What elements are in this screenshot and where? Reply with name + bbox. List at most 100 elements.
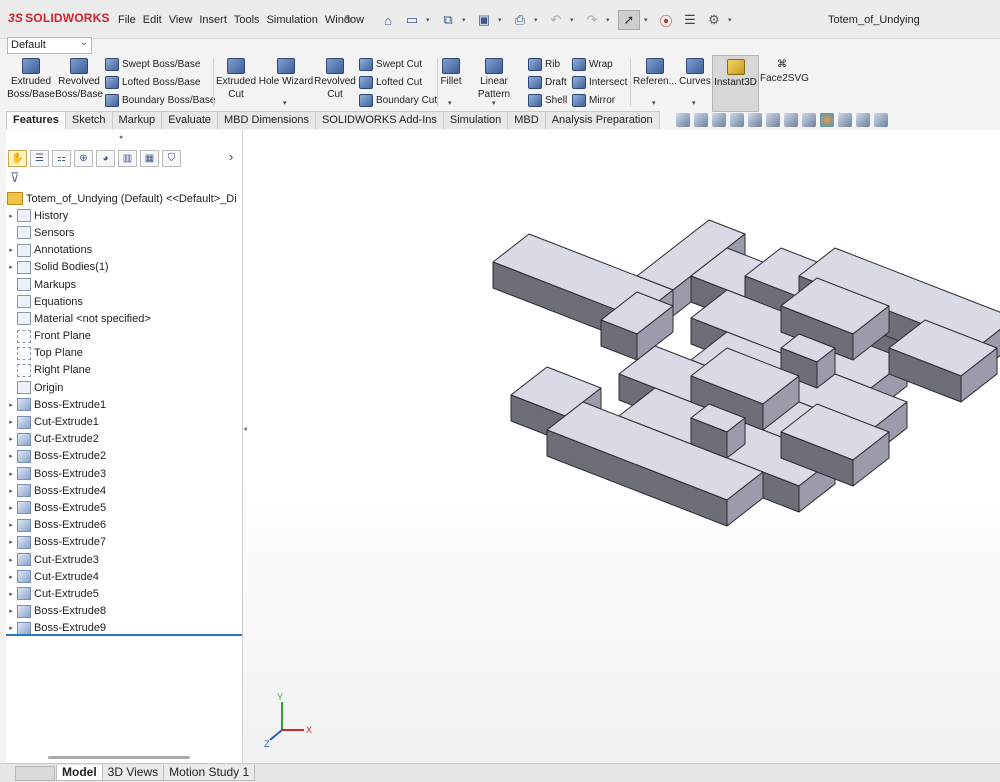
tree-item-sensors[interactable]: Sensors — [6, 224, 242, 241]
tree-item-material-not-specified[interactable]: Material <not specified> — [6, 310, 242, 327]
shell-button[interactable]: Shell — [528, 94, 567, 107]
filter-icon[interactable]: ⊽ — [10, 170, 20, 186]
tab-analysis-preparation[interactable]: Analysis Preparation — [544, 111, 660, 129]
revolved-cut-button[interactable]: Revolved Cut — [313, 58, 357, 101]
panel-splitter-icon[interactable]: ◂ — [243, 424, 247, 433]
chevron-right-icon[interactable]: › — [229, 149, 233, 164]
expand-arrow-icon[interactable]: ▸ — [6, 573, 16, 581]
menu-view[interactable]: View — [169, 14, 193, 26]
lofted-cut-button[interactable]: Lofted Cut — [359, 76, 422, 89]
options-icon[interactable]: ⚙ — [704, 11, 724, 29]
tree-item-boss-extrude1[interactable]: ▸ Boss-Extrude1 — [6, 396, 242, 413]
home-icon[interactable]: ⌂ — [378, 11, 398, 29]
instant3d-button[interactable]: Instant3D — [712, 55, 759, 112]
boundary-cut-button[interactable]: Boundary Cut — [359, 94, 437, 107]
open-dropdown-icon[interactable]: ▾ — [462, 16, 470, 24]
graphics-area[interactable] — [243, 130, 1000, 763]
tab-model[interactable]: Model — [56, 765, 103, 781]
select-icon[interactable]: ➚ — [618, 10, 640, 30]
new-dropdown-icon[interactable]: ▾ — [426, 16, 434, 24]
property-manager-tab-icon[interactable]: ☰ — [30, 150, 49, 167]
tree-item-cut-extrude5[interactable]: ▸ Cut-Extrude5 — [6, 585, 242, 602]
extruded-cut-button[interactable]: Extruded Cut — [214, 58, 258, 101]
print-icon[interactable]: ⎙ — [510, 11, 530, 29]
tree-item-cut-extrude1[interactable]: ▸ Cut-Extrude1 — [6, 413, 242, 430]
tab-sketch[interactable]: Sketch — [64, 111, 113, 129]
intersect-button[interactable]: Intersect — [572, 76, 627, 89]
face2svg-button[interactable]: ⌘ Face2SVG — [760, 58, 809, 85]
expand-arrow-icon[interactable]: ▸ — [6, 504, 16, 512]
mirror-button[interactable]: Mirror — [572, 94, 615, 107]
save-icon[interactable]: ▣ — [474, 11, 494, 29]
select-dropdown-icon[interactable]: ▾ — [644, 16, 652, 24]
menu-simulation[interactable]: Simulation — [267, 14, 318, 26]
tree-item-boss-extrude4[interactable]: ▸ Boss-Extrude4 — [6, 482, 242, 499]
tree-item-cut-extrude4[interactable]: ▸ Cut-Extrude4 — [6, 568, 242, 585]
solidworks-logo[interactable]: 3S SOLIDWORKS — [8, 11, 110, 25]
panel-grip-icon[interactable]: ● — [119, 134, 123, 141]
redo-icon[interactable]: ↷ — [582, 11, 602, 29]
dynamic-annotation-icon[interactable] — [748, 113, 762, 127]
expand-arrow-icon[interactable]: ▸ — [6, 607, 16, 615]
linear-pattern-dropdown-icon[interactable]: ▾ — [492, 99, 496, 107]
menu-tools[interactable]: Tools — [234, 14, 260, 26]
tab-features[interactable]: Features — [6, 111, 66, 129]
linear-pattern-button[interactable]: Linear Pattern — [464, 58, 524, 101]
menu-edit[interactable]: Edit — [143, 14, 162, 26]
open-icon[interactable]: ⧉ — [438, 11, 458, 29]
print-dropdown-icon[interactable]: ▾ — [534, 16, 542, 24]
menu-file[interactable]: File — [118, 14, 136, 26]
tree-item-boss-extrude2[interactable]: ▸ Boss-Extrude2 — [6, 448, 242, 465]
tree-item-boss-extrude5[interactable]: ▸ Boss-Extrude5 — [6, 499, 242, 516]
horizontal-scrollbar[interactable] — [48, 756, 190, 759]
expand-arrow-icon[interactable]: ▸ — [6, 521, 16, 529]
tree-item-right-plane[interactable]: Right Plane — [6, 362, 242, 379]
expand-arrow-icon[interactable]: ▸ — [6, 418, 16, 426]
expand-arrow-icon[interactable]: ▸ — [6, 263, 16, 271]
tree-item-equations[interactable]: Equations — [6, 293, 242, 310]
wrap-button[interactable]: Wrap — [572, 58, 613, 71]
expand-arrow-icon[interactable]: ▸ — [6, 538, 16, 546]
file-properties-icon[interactable]: ☰ — [680, 11, 700, 29]
expand-arrow-icon[interactable]: ▸ — [6, 470, 16, 478]
tree-item-solid-bodies-1[interactable]: ▸ Solid Bodies(1) — [6, 259, 242, 276]
swept-cut-button[interactable]: Swept Cut — [359, 58, 422, 71]
curves-dropdown-icon[interactable]: ▾ — [692, 99, 696, 107]
swept-boss-button[interactable]: Swept Boss/Base — [105, 58, 200, 71]
tree-item-cut-extrude2[interactable]: ▸ Cut-Extrude2 — [6, 431, 242, 448]
tab-solidworks-add-ins[interactable]: SOLIDWORKS Add-Ins — [314, 111, 444, 129]
zoom-to-fit-icon[interactable] — [676, 113, 690, 127]
new-document-icon[interactable]: ▭ — [402, 11, 422, 29]
expand-arrow-icon[interactable]: ▸ — [6, 435, 16, 443]
pin-icon[interactable]: ✎ — [344, 13, 353, 26]
tab-simulation[interactable]: Simulation — [442, 111, 509, 129]
model-3d-view[interactable] — [243, 130, 1000, 763]
expand-arrow-icon[interactable]: ▸ — [6, 246, 16, 254]
dimxpert-manager-tab-icon[interactable]: ⊕ — [74, 150, 93, 167]
expand-arrow-icon[interactable]: ▸ — [6, 452, 16, 460]
tab-markup[interactable]: Markup — [111, 111, 163, 129]
tree-item-markups[interactable]: Markups — [6, 276, 242, 293]
simulation-manager-tab-icon[interactable]: ▦ — [140, 150, 159, 167]
reference-geometry-button[interactable]: Referen... — [632, 58, 678, 88]
boundary-boss-button[interactable]: Boundary Boss/Base — [105, 94, 215, 107]
rollback-bar[interactable] — [6, 634, 242, 636]
expand-arrow-icon[interactable]: ▸ — [6, 401, 16, 409]
tree-item-history[interactable]: ▸ History — [6, 207, 242, 224]
tree-item-top-plane[interactable]: Top Plane — [6, 345, 242, 362]
zoom-to-area-icon[interactable] — [694, 113, 708, 127]
display-manager-tab-icon[interactable]: ◕ — [96, 150, 115, 167]
tab-mbd-dimensions[interactable]: MBD Dimensions — [217, 111, 316, 129]
tree-item-boss-extrude8[interactable]: ▸ Boss-Extrude8 — [6, 603, 242, 620]
previous-view-icon[interactable] — [712, 113, 726, 127]
lofted-boss-button[interactable]: Lofted Boss/Base — [105, 76, 200, 89]
reference-dropdown-icon[interactable]: ▾ — [652, 99, 656, 107]
hole-wizard-button[interactable]: Hole Wizard — [258, 58, 314, 88]
tab-motion-study-1[interactable]: Motion Study 1 — [163, 765, 256, 781]
tree-item-cut-extrude3[interactable]: ▸ Cut-Extrude3 — [6, 551, 242, 568]
apply-scene-icon[interactable] — [838, 113, 852, 127]
tab-3d-views[interactable]: 3D Views — [101, 765, 165, 781]
expand-arrow-icon[interactable]: ▸ — [6, 556, 16, 564]
tree-item-boss-extrude6[interactable]: ▸ Boss-Extrude6 — [6, 517, 242, 534]
menu-insert[interactable]: Insert — [199, 14, 227, 26]
